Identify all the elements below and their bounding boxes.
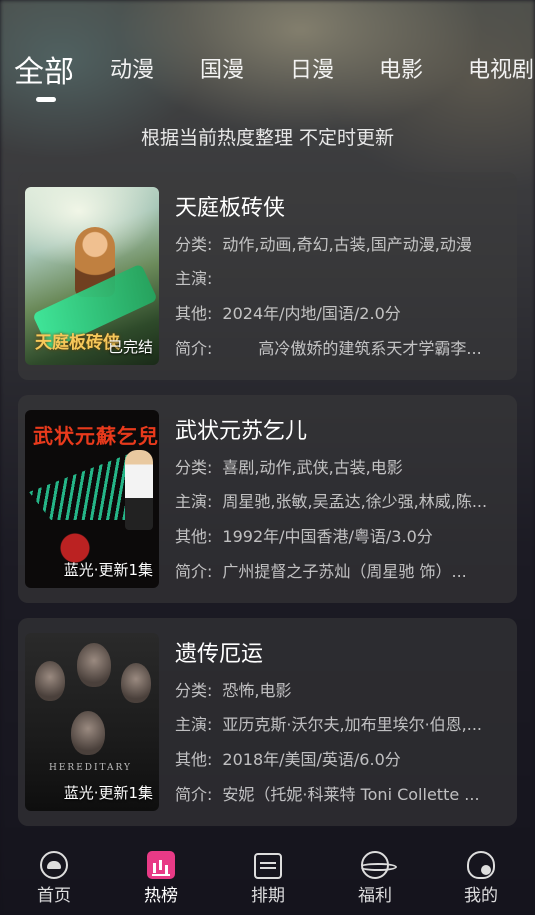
poster-image[interactable]: 武状元蘇乞兒 蓝光·更新1集 bbox=[25, 410, 159, 588]
item-title[interactable]: 遗传厄运 bbox=[175, 636, 263, 668]
other-row: 其他: 2024年/内地/国语/2.0分 bbox=[175, 300, 509, 324]
tab-tv-series[interactable]: 电视剧 bbox=[468, 52, 534, 84]
intro-row: 简介: 安妮（托妮·科莱特 Toni Collette ... bbox=[175, 781, 509, 805]
other-row: 其他: 1992年/中国香港/粤语/3.0分 bbox=[175, 523, 509, 547]
cast-label: 主演: bbox=[175, 492, 213, 511]
other-label: 其他: bbox=[175, 527, 213, 546]
profile-icon bbox=[467, 851, 495, 879]
nav-hot[interactable]: 热榜 bbox=[121, 841, 201, 906]
planet-gift-icon bbox=[359, 851, 397, 879]
nav-label: 我的 bbox=[464, 886, 498, 906]
item-title[interactable]: 天庭板砖侠 bbox=[175, 190, 285, 222]
poster-fan bbox=[29, 450, 139, 520]
nav-home[interactable]: 首页 bbox=[14, 841, 94, 906]
status-badge: 蓝光·更新1集 bbox=[63, 561, 153, 579]
other-value: 2018年/美国/英语/6.0分 bbox=[222, 750, 401, 769]
category-row: 分类: 喜剧,动作,武侠,古装,电影 bbox=[175, 454, 509, 478]
category-value: 喜剧,动作,武侠,古装,电影 bbox=[222, 458, 403, 477]
cast-label: 主演: bbox=[175, 715, 213, 734]
other-label: 其他: bbox=[175, 304, 213, 323]
poster-image[interactable]: HEREDITARY 蓝光·更新1集 bbox=[25, 633, 159, 811]
intro-value: 安妮（托妮·科莱特 Toni Collette ... bbox=[222, 785, 480, 804]
nav-schedule[interactable]: 排期 bbox=[228, 841, 308, 906]
active-tab-indicator bbox=[36, 97, 56, 102]
intro-label: 简介: bbox=[175, 339, 213, 358]
nav-welfare[interactable]: 福利 bbox=[335, 841, 415, 906]
nav-label: 首页 bbox=[37, 886, 71, 906]
nav-mine[interactable]: 我的 bbox=[441, 841, 521, 906]
category-row: 分类: 动作,动画,奇幻,古装,国产动漫,动漫 bbox=[175, 231, 509, 255]
cast-row: 主演: bbox=[175, 265, 509, 289]
tab-movie[interactable]: 电影 bbox=[379, 52, 423, 84]
cast-value: 亚历克斯·沃尔夫,加布里埃尔·伯恩,... bbox=[222, 715, 483, 734]
cast-row: 主演: 周星驰,张敏,吴孟达,徐少强,林威,陈... bbox=[175, 488, 509, 512]
category-row: 分类: 恐怖,电影 bbox=[175, 677, 509, 701]
tab-japanese-anime[interactable]: 日漫 bbox=[290, 52, 334, 84]
poster-face bbox=[121, 663, 151, 703]
poster-face bbox=[71, 711, 105, 755]
calendar-icon bbox=[254, 853, 282, 879]
status-badge: 已完结 bbox=[107, 338, 153, 356]
intro-label: 简介: bbox=[175, 562, 213, 581]
category-value: 恐怖,电影 bbox=[222, 681, 292, 700]
ranking-card[interactable]: 武状元蘇乞兒 蓝光·更新1集 武状元苏乞儿 分类: 喜剧,动作,武侠,古装,电影 … bbox=[18, 395, 517, 603]
intro-label: 简介: bbox=[175, 785, 213, 804]
category-label: 分类: bbox=[175, 681, 213, 700]
other-label: 其他: bbox=[175, 750, 213, 769]
poster-image[interactable]: 天庭板砖侠 已完结 bbox=[25, 187, 159, 365]
poster-logo: HEREDITARY bbox=[49, 763, 132, 773]
poster-face bbox=[35, 661, 65, 701]
cast-value: 周星驰,张敏,吴孟达,徐少强,林威,陈... bbox=[222, 492, 488, 511]
other-row: 其他: 2018年/美国/英语/6.0分 bbox=[175, 746, 509, 770]
nav-label: 福利 bbox=[358, 886, 392, 906]
poster-face bbox=[77, 643, 111, 687]
category-value: 动作,动画,奇幻,古装,国产动漫,动漫 bbox=[222, 235, 472, 254]
tab-anime[interactable]: 动漫 bbox=[110, 52, 154, 84]
ranking-card[interactable]: 天庭板砖侠 已完结 天庭板砖侠 分类: 动作,动画,奇幻,古装,国产动漫,动漫 主… bbox=[18, 172, 517, 380]
nav-label: 热榜 bbox=[144, 886, 178, 906]
cast-row: 主演: 亚历克斯·沃尔夫,加布里埃尔·伯恩,... bbox=[175, 711, 509, 735]
intro-value: 高冷傲娇的建筑系天才学霸李... bbox=[258, 339, 482, 358]
hot-chart-icon bbox=[147, 851, 175, 879]
cast-label: 主演: bbox=[175, 269, 213, 288]
tab-all[interactable]: 全部 bbox=[14, 52, 74, 91]
ranking-subtitle: 根据当前热度整理 不定时更新 bbox=[140, 127, 395, 149]
category-label: 分类: bbox=[175, 235, 213, 254]
ranking-card[interactable]: HEREDITARY 蓝光·更新1集 遗传厄运 分类: 恐怖,电影 主演: 亚历克斯… bbox=[18, 618, 517, 826]
status-badge: 蓝光·更新1集 bbox=[63, 784, 153, 802]
bottom-nav: 首页 热榜 排期 福利 我的 bbox=[0, 835, 535, 915]
other-value: 1992年/中国香港/粤语/3.0分 bbox=[222, 527, 433, 546]
home-icon bbox=[40, 851, 68, 879]
item-title[interactable]: 武状元苏乞儿 bbox=[175, 413, 307, 445]
intro-row: 简介: 高冷傲娇的建筑系天才学霸李... bbox=[175, 335, 509, 359]
category-label: 分类: bbox=[175, 458, 213, 477]
other-value: 2024年/内地/国语/2.0分 bbox=[222, 304, 401, 323]
category-tabs: 全部 动漫 国漫 日漫 电影 电视剧 bbox=[14, 52, 535, 108]
intro-value: 广州提督之子苏灿（周星驰 饰）... bbox=[222, 562, 467, 581]
nav-label: 排期 bbox=[251, 886, 285, 906]
poster-figure bbox=[125, 450, 153, 530]
tab-domestic-anime[interactable]: 国漫 bbox=[200, 52, 244, 84]
intro-row: 简介: 广州提督之子苏灿（周星驰 饰）... bbox=[175, 558, 509, 582]
poster-logo: 武状元蘇乞兒 bbox=[33, 424, 159, 448]
